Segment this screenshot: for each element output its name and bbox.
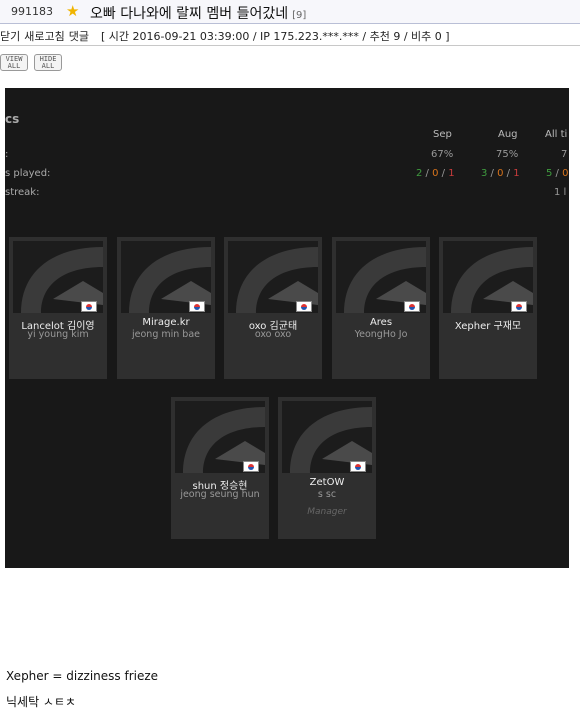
record-aug: 3 / 0 / 1 (481, 168, 520, 179)
player-real-name: jeong min bae (132, 329, 200, 340)
player-portrait (121, 241, 211, 313)
player-card[interactable]: Ares YeongHo Jo (332, 237, 430, 379)
player-card[interactable]: Xepher 구재모 (439, 237, 537, 379)
streak-value: 1 l (554, 187, 567, 198)
player-card[interactable]: oxo 김균태 oxo oxo (224, 237, 322, 379)
star-icon: ★ (66, 2, 80, 20)
player-name: Ares (369, 317, 393, 328)
player-portrait (282, 401, 372, 473)
hide-all-button[interactable]: HIDE ALL (34, 54, 62, 71)
close-link[interactable]: 닫기 (0, 28, 20, 45)
player-portrait (13, 241, 103, 313)
record-sep: 2 / 0 / 1 (416, 168, 455, 179)
post-header: 991183 ★ 오빠 다나와에 랄찌 멤버 들어갔네 [9] (0, 0, 580, 24)
player-name: ZetOW (309, 477, 345, 488)
stats-title: cs (5, 112, 20, 126)
record-all: 5 / 0 (546, 168, 569, 179)
player-portrait (228, 241, 318, 313)
player-card[interactable]: shun 정승현 jeong seung hun (171, 397, 269, 539)
post-number: 991183 (11, 5, 53, 18)
player-portrait (336, 241, 426, 313)
comment-line-1: Xepher = dizziness frieze (6, 669, 159, 683)
stat-value: 7 (561, 149, 568, 160)
korea-flag-icon (350, 461, 366, 472)
player-real-name: yi young kim (27, 329, 89, 340)
embedded-image: cs Sep Aug All ti : 67% 75% 7 s played: … (5, 88, 569, 568)
korea-flag-icon (511, 301, 527, 312)
player-role: Manager (307, 507, 347, 517)
post-title[interactable]: 오빠 다나와에 랄찌 멤버 들어갔네 [9] (90, 3, 306, 23)
comment-count[interactable]: [9] (292, 10, 306, 21)
player-card[interactable]: Mirage.kr jeong min bae (117, 237, 215, 379)
row-label: : (5, 149, 9, 160)
refresh-link[interactable]: 새로고침 (24, 28, 64, 45)
stat-value: 67% (431, 149, 454, 160)
korea-flag-icon (296, 301, 312, 312)
player-portrait (443, 241, 533, 313)
post-info: [ 시간 2016-09-21 03:39:00 / IP 175.223.**… (100, 30, 450, 43)
korea-flag-icon (189, 301, 205, 312)
player-card[interactable]: Lancelot 김이영 yi young kim (9, 237, 107, 379)
comment-link[interactable]: 댓글 (69, 28, 89, 45)
player-name: Mirage.kr (142, 317, 190, 328)
player-real-name: jeong seung hun (180, 489, 260, 500)
player-real-name: YeongHo Jo (354, 329, 408, 340)
player-portrait (175, 401, 265, 473)
player-real-name: oxo oxo (254, 329, 292, 340)
korea-flag-icon (81, 301, 97, 312)
col-header: All ti (545, 129, 568, 140)
comment-line-2: 닉세탁 ㅅㅌㅊ (6, 695, 77, 709)
col-header: Aug (498, 129, 518, 140)
view-all-button[interactable]: VIEW ALL (0, 54, 28, 71)
col-header: Sep (433, 129, 452, 140)
player-name: Xepher 구재모 (454, 321, 522, 332)
player-real-name: s sc (317, 489, 337, 500)
korea-flag-icon (243, 461, 259, 472)
post-meta: 닫기 새로고침 댓글 [ 시간 2016-09-21 03:39:00 / IP 17… (0, 28, 580, 46)
row-label: streak: (5, 187, 40, 198)
player-card[interactable]: ZetOW s sc Manager (278, 397, 376, 539)
korea-flag-icon (404, 301, 420, 312)
row-label: s played: (5, 168, 51, 179)
stat-value: 75% (496, 149, 519, 160)
